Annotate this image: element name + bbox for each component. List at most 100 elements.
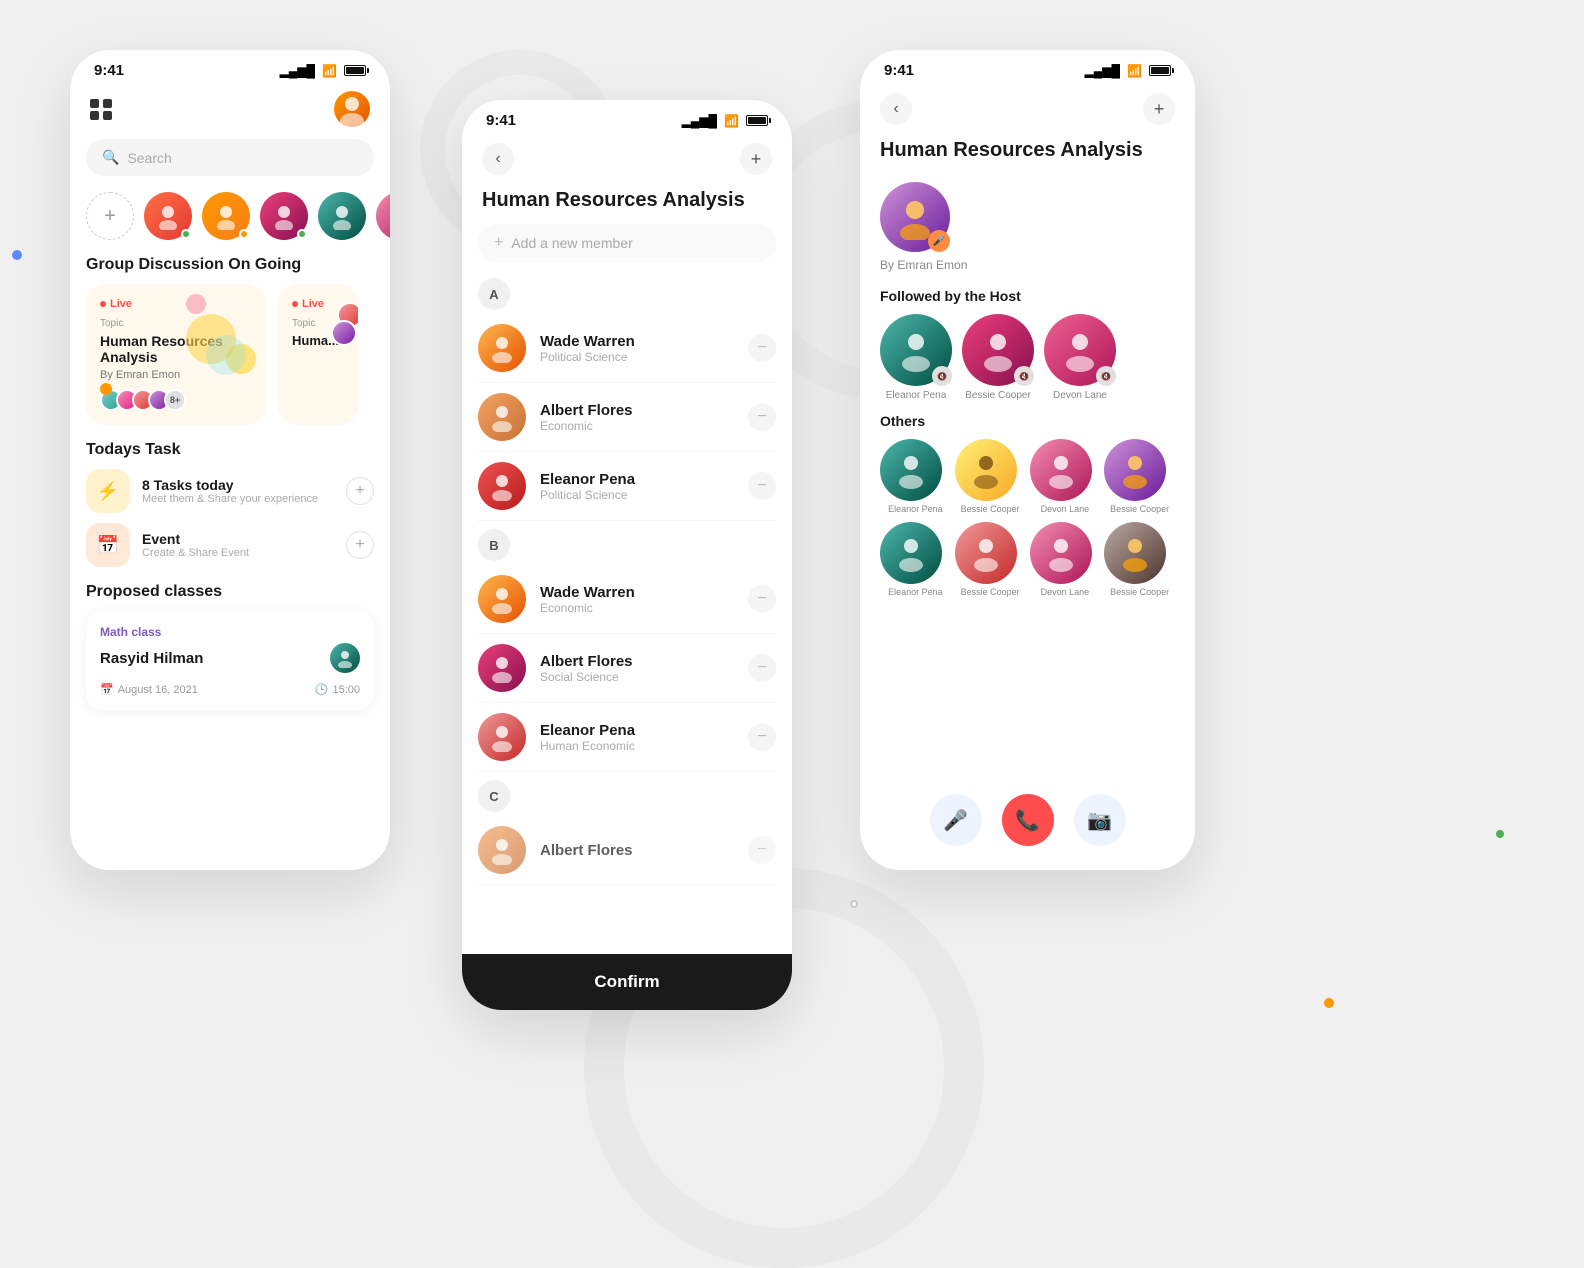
muted-icon-devon: 🔇 — [1096, 366, 1116, 386]
story-4[interactable] — [318, 192, 366, 240]
member-wade-warren-b[interactable]: Wade Warren Economic − — [478, 565, 776, 634]
remove-btn-wade-b[interactable]: − — [748, 585, 776, 613]
live-card-2[interactable]: Live Topic Huma... — [278, 284, 358, 425]
muted-icon-eleanor: 🔇 — [932, 366, 952, 386]
other-avatar-7 — [1030, 522, 1092, 584]
other-name-3: Devon Lane — [1030, 504, 1101, 514]
member-eleanor-a[interactable]: Eleanor Pena Political Science − — [478, 452, 776, 521]
followed-avatars: 🔇 Eleanor Pena 🔇 Bessie Cooper — [880, 314, 1175, 401]
top-bar-left — [70, 83, 390, 139]
task-name-1: 8 Tasks today — [142, 477, 334, 493]
member-name-albert-c: Albert Flores — [540, 842, 734, 859]
time-right: 9:41 — [884, 62, 914, 79]
other-name-1: Eleanor Pena — [880, 504, 951, 514]
member-name-eleanor-b: Eleanor Pena — [540, 722, 734, 739]
other-item-3[interactable]: Devon Lane — [1030, 439, 1101, 514]
other-item-6[interactable]: Bessie Cooper — [955, 522, 1026, 597]
member-albert-flores-c[interactable]: Albert Flores − — [478, 816, 776, 885]
live-card-1[interactable]: Live Topic Human Resources Analysis By E… — [86, 284, 266, 425]
task-sub-2: Create & Share Event — [142, 547, 334, 559]
status-bar-left: 9:41 ▂▄▆█ 📶 — [70, 50, 390, 83]
member-list-b: Wade Warren Economic − Albert Flores Soc… — [462, 565, 792, 772]
search-bar[interactable]: 🔍 Search — [86, 139, 374, 176]
section-c-badge: C — [478, 780, 510, 812]
remove-btn-wade-a[interactable]: − — [748, 334, 776, 362]
followed-name-devon: Devon Lane — [1044, 390, 1116, 401]
followed-item-eleanor[interactable]: 🔇 Eleanor Pena — [880, 314, 952, 401]
member-avatar-albert-c — [478, 826, 526, 874]
other-item-8[interactable]: Bessie Cooper — [1104, 522, 1175, 597]
plus-button-mid[interactable]: + — [740, 143, 772, 175]
task-info-1: 8 Tasks today Meet them & Share your exp… — [142, 477, 334, 505]
task-sub-1: Meet them & Share your experience — [142, 493, 334, 505]
task-add-btn-2[interactable]: + — [346, 531, 374, 559]
story-1[interactable] — [144, 192, 192, 240]
time-left: 9:41 — [94, 62, 124, 79]
grid-menu-icon[interactable] — [90, 99, 112, 120]
task-add-btn-1[interactable]: + — [346, 477, 374, 505]
task-item-1[interactable]: ⚡ 8 Tasks today Meet them & Share your e… — [86, 469, 374, 513]
muted-icon-bessie: 🔇 — [1014, 366, 1034, 386]
member-avatar-wade-b — [478, 575, 526, 623]
other-item-1[interactable]: Eleanor Pena — [880, 439, 951, 514]
task-icon-2: 📅 — [86, 523, 130, 567]
member-avatar-albert-a — [478, 393, 526, 441]
class-card-1[interactable]: Math class Rasyid Hilman 📅 August 16, 20… — [86, 611, 374, 710]
member-info-albert-b: Albert Flores Social Science — [540, 653, 734, 684]
confirm-bar[interactable]: Confirm — [462, 954, 792, 1010]
classes-section-title: Proposed classes — [70, 567, 390, 611]
other-item-7[interactable]: Devon Lane — [1030, 522, 1101, 597]
member-name-albert-b: Albert Flores — [540, 653, 734, 670]
card-1-more: 8+ — [164, 389, 186, 411]
member-info-eleanor-b: Eleanor Pena Human Economic — [540, 722, 734, 753]
remove-btn-eleanor-a[interactable]: − — [748, 472, 776, 500]
others-section: Others Eleanor Pena Bessie Cooper Devon … — [860, 409, 1195, 601]
member-albert-flores-a[interactable]: Albert Flores Economic − — [478, 383, 776, 452]
host-name: By Emran Emon — [880, 258, 1175, 272]
class-label: Math class — [100, 625, 360, 639]
other-avatar-3 — [1030, 439, 1092, 501]
task-item-2[interactable]: 📅 Event Create & Share Event + — [86, 523, 374, 567]
member-eleanor-b[interactable]: Eleanor Pena Human Economic − — [478, 703, 776, 772]
back-button-right[interactable]: ‹ — [880, 93, 912, 125]
add-story-btn[interactable]: + — [86, 192, 134, 240]
member-sub-eleanor-a: Political Science — [540, 488, 734, 502]
followed-item-devon[interactable]: 🔇 Devon Lane — [1044, 314, 1116, 401]
remove-btn-eleanor-b[interactable]: − — [748, 723, 776, 751]
add-member-bar[interactable]: + Add a new member — [478, 224, 776, 262]
story-2[interactable] — [202, 192, 250, 240]
mute-button[interactable]: 🎤 — [930, 794, 982, 846]
other-name-8: Bessie Cooper — [1104, 587, 1175, 597]
other-avatar-1 — [880, 439, 942, 501]
back-button-mid[interactable]: ‹ — [482, 143, 514, 175]
other-item-5[interactable]: Eleanor Pena — [880, 522, 951, 597]
end-call-button[interactable]: 📞 — [1002, 794, 1054, 846]
plus-button-right[interactable]: + — [1143, 93, 1175, 125]
member-info-eleanor-a: Eleanor Pena Political Science — [540, 471, 734, 502]
remove-btn-albert-a[interactable]: − — [748, 403, 776, 431]
story-3[interactable] — [260, 192, 308, 240]
story-row: + — [70, 192, 390, 240]
user-avatar[interactable] — [334, 91, 370, 127]
host-section: 🎤 By Emran Emon — [860, 174, 1195, 280]
status-icons-mid: ▂▄▆█ 📶 — [682, 114, 768, 128]
phone-left: 9:41 ▂▄▆█ 📶 🔍 Search + — [70, 50, 390, 870]
add-member-plus-icon: + — [494, 234, 503, 252]
followed-item-bessie[interactable]: 🔇 Bessie Cooper — [962, 314, 1034, 401]
other-item-2[interactable]: Bessie Cooper — [955, 439, 1026, 514]
other-item-4[interactable]: Bessie Cooper — [1104, 439, 1175, 514]
followed-avatar-wrap-devon: 🔇 — [1044, 314, 1116, 386]
others-grid: Eleanor Pena Bessie Cooper Devon Lane Be… — [880, 439, 1175, 597]
member-wade-warren-a[interactable]: Wade Warren Political Science − — [478, 314, 776, 383]
other-avatar-4 — [1104, 439, 1166, 501]
story-5[interactable] — [376, 192, 390, 240]
status-bar-mid: 9:41 ▂▄▆█ 📶 — [462, 100, 792, 133]
remove-btn-albert-b[interactable]: − — [748, 654, 776, 682]
member-albert-flores-b[interactable]: Albert Flores Social Science − — [478, 634, 776, 703]
video-button[interactable]: 📷 — [1074, 794, 1126, 846]
remove-btn-albert-c[interactable]: − — [748, 836, 776, 864]
member-name-wade-a: Wade Warren — [540, 333, 734, 350]
other-name-2: Bessie Cooper — [955, 504, 1026, 514]
wifi-icon-mid: 📶 — [724, 114, 739, 128]
host-mic-icon: 🎤 — [928, 230, 950, 252]
